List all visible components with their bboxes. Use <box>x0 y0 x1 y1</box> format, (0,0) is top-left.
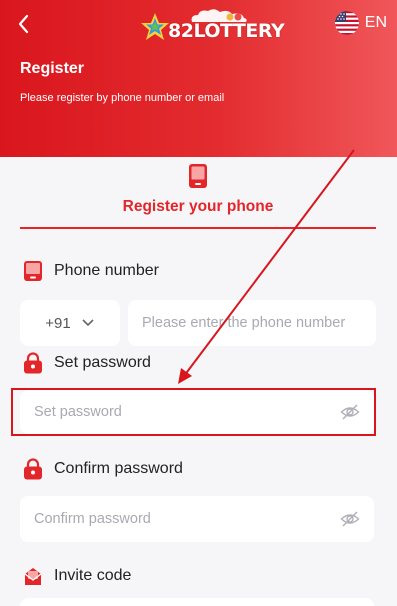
confirm-password-input[interactable]: Confirm password <box>20 496 374 542</box>
language-label: EN <box>364 14 387 31</box>
lock-icon <box>24 352 42 374</box>
tab-underline <box>20 227 376 229</box>
password-highlight-box <box>11 388 376 436</box>
eye-off-icon[interactable] <box>340 509 360 529</box>
header: 82LOTTERY EN Register Please register by… <box>0 0 397 157</box>
us-flag-icon <box>334 11 359 35</box>
back-arrow-icon[interactable] <box>12 10 36 38</box>
tab-register-phone[interactable]: Register your phone <box>20 160 376 230</box>
phone-number-input[interactable]: Please enter the phone number <box>128 300 376 346</box>
page-subtitle: Please register by phone number or email <box>20 92 225 104</box>
language-selector[interactable]: EN <box>334 10 387 36</box>
phone-icon <box>189 164 207 188</box>
phone-icon <box>24 261 42 281</box>
invite-icon <box>24 568 42 585</box>
phone-number-label: Phone number <box>22 260 159 282</box>
lock-icon <box>24 458 42 480</box>
logo-text: 82LOTTERY <box>168 20 285 42</box>
chevron-down-icon <box>82 319 94 327</box>
page-title: Register <box>20 60 85 77</box>
country-code-value: +91 <box>45 314 71 332</box>
set-password-label: Set password <box>22 352 151 374</box>
logo-star-icon <box>141 13 169 40</box>
confirm-password-label: Confirm password <box>22 458 183 480</box>
invite-code-input[interactable] <box>20 598 374 606</box>
country-code-select[interactable]: +91 <box>20 300 120 346</box>
invite-code-label: Invite code <box>22 565 131 587</box>
phone-number-placeholder: Please enter the phone number <box>142 315 346 331</box>
tab-label: Register your phone <box>122 198 274 215</box>
brand-logo: 82LOTTERY <box>140 8 285 46</box>
confirm-password-placeholder: Confirm password <box>34 511 151 527</box>
